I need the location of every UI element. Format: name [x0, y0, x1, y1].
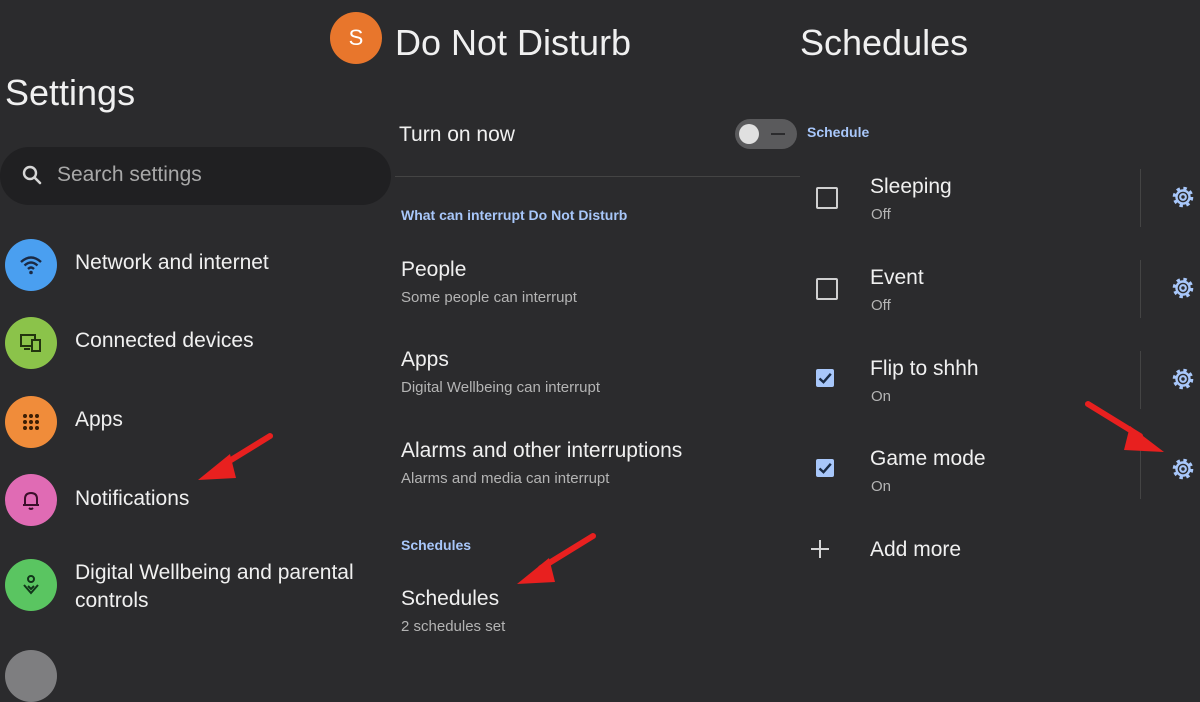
schedule-section-header: Schedule	[807, 124, 870, 140]
plus-icon	[811, 540, 829, 558]
schedule-name: Sleeping	[870, 175, 952, 198]
row-subtitle: Some people can interrupt	[401, 289, 577, 306]
gear-icon[interactable]	[1170, 184, 1196, 210]
settings-panel: Settings Search settings Network and int…	[0, 0, 395, 702]
dnd-title: Do Not Disturb	[395, 22, 632, 63]
row-subtitle: 2 schedules set	[401, 618, 506, 635]
toggle-off-indicator	[771, 133, 785, 135]
checkbox[interactable]	[816, 187, 838, 209]
checkbox[interactable]	[816, 459, 834, 477]
add-more-label: Add more	[870, 538, 962, 561]
schedule-row-sleeping[interactable]: Sleeping Off	[800, 167, 1200, 229]
row-title: Alarms and other interruptions	[401, 439, 683, 462]
devices-icon	[20, 334, 41, 352]
schedule-status: On	[871, 388, 892, 405]
wellbeing-icon	[23, 575, 39, 595]
search-bar[interactable]: Search settings	[0, 147, 391, 205]
apps-grid-icon-circle	[5, 396, 57, 448]
annotation-arrow	[517, 533, 596, 584]
schedule-row-event[interactable]: Event Off	[800, 258, 1200, 320]
bell-icon	[23, 491, 39, 510]
wellbeing-icon-circle	[5, 559, 57, 611]
gear-icon[interactable]	[1170, 275, 1196, 301]
row-title: Schedules	[401, 587, 500, 610]
row-subtitle: Alarms and media can interrupt	[401, 470, 610, 487]
divider	[395, 176, 800, 177]
turn-on-now-row[interactable]: Turn on now	[395, 104, 800, 166]
dnd-panel: S Do Not Disturb Turn on now What can in…	[330, 0, 800, 666]
schedule-name: Game mode	[870, 447, 986, 470]
bell-icon-circle	[5, 474, 57, 526]
annotation-arrow	[1085, 401, 1164, 452]
settings-title: Settings	[5, 72, 136, 113]
next-item-icon-circle	[5, 650, 57, 702]
schedules-panel: Schedules Schedule Sleeping Off Event Of…	[800, 0, 1200, 666]
turn-on-now-label: Turn on now	[399, 123, 515, 146]
row-subtitle: Digital Wellbeing can interrupt	[401, 379, 600, 396]
schedule-name: Event	[870, 266, 924, 289]
search-input[interactable]: Search settings	[57, 163, 202, 187]
schedule-name: Flip to shhh	[870, 357, 979, 380]
apps-grid-icon	[23, 414, 39, 430]
annotation-arrow	[198, 433, 273, 480]
schedule-status: Off	[871, 206, 891, 223]
gear-icon[interactable]	[1170, 456, 1196, 482]
schedule-status: Off	[871, 297, 891, 314]
gear-icon[interactable]	[1170, 366, 1196, 392]
avatar[interactable]: S	[330, 12, 382, 64]
people-row[interactable]: People Some people can interrupt	[395, 250, 800, 320]
settings-item-label: Apps	[75, 408, 123, 431]
devices-icon-circle	[5, 317, 57, 369]
schedules-section-header: Schedules	[401, 537, 472, 553]
check-icon	[818, 373, 832, 384]
row-title: People	[401, 258, 467, 281]
alarms-row[interactable]: Alarms and other interruptions Alarms an…	[395, 431, 800, 501]
toggle-knob	[739, 124, 759, 144]
wifi-icon-circle	[5, 239, 57, 291]
settings-item-digital-wellbeing[interactable]: Digital Wellbeing and parental controls	[0, 553, 395, 629]
checkbox[interactable]	[816, 278, 838, 300]
divider	[1140, 169, 1141, 227]
settings-item-network[interactable]: Network and internet	[0, 230, 395, 300]
add-more-button[interactable]: Add more	[800, 528, 1200, 572]
wifi-icon	[20, 256, 42, 275]
interrupt-section-header: What can interrupt Do Not Disturb	[401, 207, 628, 223]
settings-item-label: Digital Wellbeing and parental controls	[75, 561, 354, 612]
check-icon	[818, 463, 832, 474]
search-icon	[22, 165, 42, 185]
settings-item-label: Connected devices	[75, 329, 254, 352]
settings-item-label: Network and internet	[75, 251, 269, 274]
settings-item-label: Notifications	[75, 487, 190, 510]
divider	[1140, 260, 1141, 318]
schedules-title: Schedules	[800, 22, 969, 63]
row-title: Apps	[401, 348, 449, 371]
apps-row[interactable]: Apps Digital Wellbeing can interrupt	[395, 340, 800, 410]
schedule-status: On	[871, 478, 892, 495]
settings-item-connected-devices[interactable]: Connected devices	[0, 308, 395, 378]
checkbox[interactable]	[816, 369, 834, 387]
dnd-toggle[interactable]	[735, 119, 797, 149]
